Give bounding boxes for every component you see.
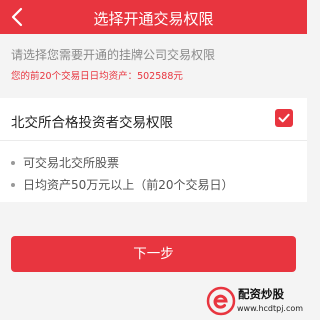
permission-requirement-text: 可交易北交所股票 — [23, 156, 120, 170]
watermark-name: 配资炒股 — [238, 287, 284, 301]
notice-section: 请选择您需要开通的挂牌公司交易权限 您的前20个交易日日均资产：502588元 — [0, 34, 307, 92]
permission-checkbox[interactable] — [275, 109, 293, 127]
checkmark-icon — [278, 113, 290, 123]
watermark: 配资炒股 www.hcdtpj.com — [206, 284, 306, 318]
next-step-button[interactable]: 下一步 — [11, 236, 296, 272]
permission-requirement: 可交易北交所股票 — [11, 154, 119, 171]
permission-title: 北交所合格投资者交易权限 — [11, 115, 173, 131]
permission-requirement-text: 日均资产50万元以上（前20个交易日） — [23, 178, 234, 192]
watermark-url: www.hcdtpj.com — [237, 304, 304, 313]
permission-card: 北交所合格投资者交易权限 可交易北交所股票 日均资产50万元以上（前20个交易日… — [0, 98, 307, 202]
average-assets-label: 您的前20个交易日日均资产： — [11, 71, 138, 82]
page-title: 选择开通交易权限 — [93, 10, 214, 28]
bullet-dot-icon — [11, 160, 15, 165]
selection-hint: 请选择您需要开通的挂牌公司交易权限 — [11, 48, 216, 62]
top-bar: 选择开通交易权限 — [0, 0, 307, 34]
average-assets-value: 502588元 — [137, 71, 183, 82]
average-assets-line: 您的前20个交易日日均资产：502588元 — [11, 68, 183, 82]
site-logo-icon — [206, 286, 236, 316]
divider — [0, 140, 307, 141]
permission-requirement: 日均资产50万元以上（前20个交易日） — [11, 176, 234, 193]
bullet-dot-icon — [11, 182, 15, 187]
